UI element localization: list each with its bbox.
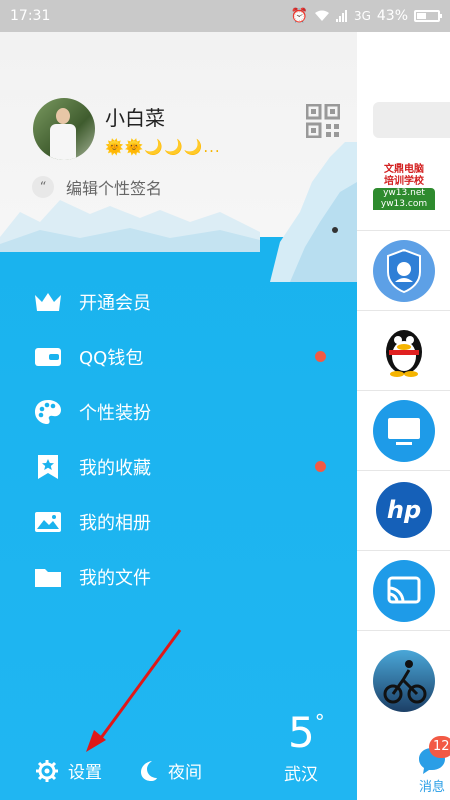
folder-icon xyxy=(32,565,64,589)
menu-item-label: 我的收藏 xyxy=(79,457,151,479)
unread-dot xyxy=(315,461,326,472)
menu-item-label: 个性装扮 xyxy=(79,402,151,424)
drawer-menu: 开通会员 QQ钱包 个性装扮 我的收藏 我的相册 我的文件 xyxy=(0,274,357,604)
menu-item-label: 我的文件 xyxy=(79,567,151,589)
conversation-avatar-qq-penguin[interactable] xyxy=(373,318,435,380)
menu-item-album[interactable]: 我的相册 xyxy=(0,494,357,549)
penguin-icon xyxy=(386,330,422,377)
conversation-avatar-my-computer[interactable] xyxy=(373,400,435,462)
quote-icon: “ xyxy=(32,176,54,198)
status-time: 17:31 xyxy=(10,8,51,24)
network-type: 3G xyxy=(353,9,371,23)
weather-city[interactable]: 武汉 xyxy=(284,760,318,785)
status-icons: ⏰ 3G 43% xyxy=(290,8,442,24)
avatar-body xyxy=(50,124,76,160)
cyclist-icon xyxy=(383,660,427,704)
screen-cast-icon xyxy=(387,576,421,604)
level-icons[interactable]: 🌞🌞🌙🌙🌙... xyxy=(105,138,221,156)
list-divider xyxy=(357,470,450,471)
search-bar[interactable] xyxy=(373,102,450,138)
message-count-badge: 12 xyxy=(429,736,450,758)
photo-album-icon xyxy=(32,510,64,534)
conversation-avatar-training-school[interactable]: 文鼎电脑 培训学校 yw13.net yw13.com xyxy=(373,162,435,224)
settings-button[interactable]: 设置 xyxy=(36,758,102,783)
tab-messages[interactable]: 12 消息 xyxy=(357,732,450,800)
moon-icon xyxy=(141,760,157,781)
menu-item-label: 我的相册 xyxy=(79,512,151,534)
palette-icon xyxy=(32,399,64,424)
drawer-bottom-bar: 设置 夜间 5° 武汉 xyxy=(0,712,357,800)
avatar[interactable] xyxy=(33,98,95,160)
settings-label: 设置 xyxy=(68,763,102,783)
signature-editor[interactable]: “ 编辑个性签名 xyxy=(32,175,162,199)
conversation-avatar-security[interactable] xyxy=(373,240,435,302)
avatar-head xyxy=(56,108,70,124)
menu-item-theme[interactable]: 个性装扮 xyxy=(0,384,357,439)
shield-icon xyxy=(387,248,421,294)
signal-icon xyxy=(335,10,347,22)
iceberg-decoration-right xyxy=(270,142,357,282)
list-divider xyxy=(357,390,450,391)
status-bar: 17:31 ⏰ 3G 43% xyxy=(0,0,450,32)
conversation-list-peek: 文鼎电脑 培训学校 yw13.net yw13.com hp 12 消息 xyxy=(357,32,450,800)
night-label: 夜间 xyxy=(168,763,202,783)
battery-fill xyxy=(417,13,426,19)
favorite-star-icon xyxy=(32,454,64,479)
wallet-icon xyxy=(32,345,64,369)
monitor-icon xyxy=(388,418,420,445)
unread-dot xyxy=(315,351,326,362)
school-url-line2: yw13.com xyxy=(373,199,435,210)
battery-percent: 43% xyxy=(376,8,408,24)
signature-placeholder: 编辑个性签名 xyxy=(66,179,163,198)
temperature-unit: ° xyxy=(314,710,325,734)
menu-item-wallet[interactable]: QQ钱包 xyxy=(0,329,357,384)
conversation-avatar-hp[interactable]: hp xyxy=(373,479,435,541)
school-name-line1: 文鼎电脑 xyxy=(384,164,424,175)
gear-icon xyxy=(36,759,58,782)
list-divider xyxy=(357,230,450,231)
list-divider xyxy=(357,310,450,311)
temperature-value: 5 xyxy=(288,708,315,757)
hp-logo-icon: hp xyxy=(376,482,432,538)
qr-code-icon[interactable] xyxy=(306,104,340,138)
menu-item-label: 开通会员 xyxy=(79,292,151,314)
school-url-line1: yw13.net xyxy=(373,188,435,199)
night-mode-button[interactable]: 夜间 xyxy=(138,758,202,783)
menu-item-favorites[interactable]: 我的收藏 xyxy=(0,439,357,494)
list-divider xyxy=(357,630,450,631)
conversation-avatar-cyclist[interactable] xyxy=(373,650,435,712)
menu-item-files[interactable]: 我的文件 xyxy=(0,549,357,604)
iceberg-decoration-left xyxy=(0,200,260,252)
school-name-line2: 培训学校 xyxy=(384,176,424,187)
svg-text:hp: hp xyxy=(387,496,421,524)
battery-icon xyxy=(414,10,442,22)
tab-messages-label: 消息 xyxy=(419,780,446,795)
list-divider xyxy=(357,550,450,551)
weather-temperature[interactable]: 5° xyxy=(288,712,325,754)
alarm-icon: ⏰ xyxy=(290,8,308,24)
side-drawer: 小白菜 🌞🌞🌙🌙🌙... “ 编辑个性签名 开通会员 QQ钱包 个性装扮 我的收… xyxy=(0,32,357,800)
menu-item-vip[interactable]: 开通会员 xyxy=(0,274,357,329)
menu-item-label: QQ钱包 xyxy=(79,347,144,369)
wifi-icon xyxy=(314,10,329,21)
crown-icon xyxy=(32,290,64,314)
conversation-avatar-cast[interactable] xyxy=(373,560,435,622)
username[interactable]: 小白菜 xyxy=(105,102,165,131)
